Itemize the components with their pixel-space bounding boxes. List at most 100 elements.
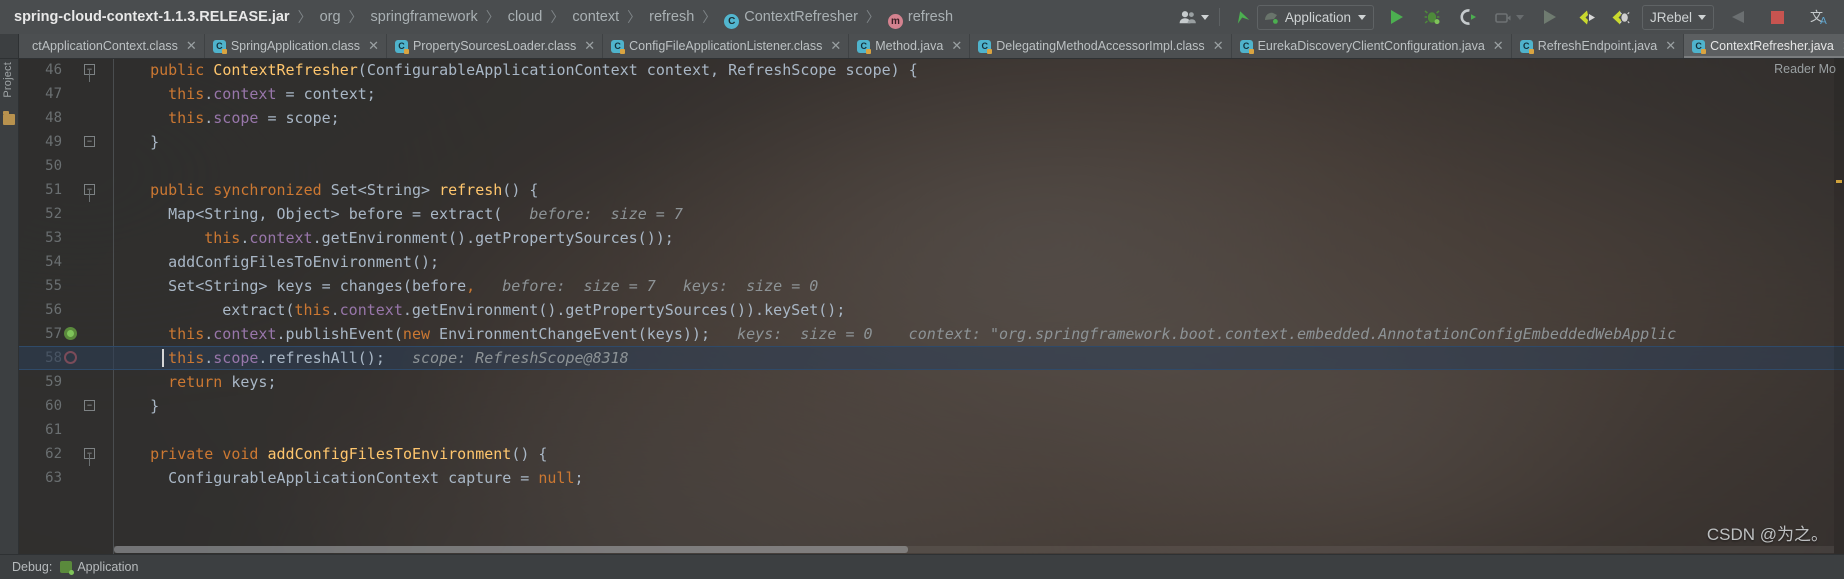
- editor-tab-5[interactable]: C DelegatingMethodAccessorImpl.class ✕: [970, 34, 1232, 58]
- code-line[interactable]: this.context.getEnvironment().getPropert…: [114, 226, 1844, 250]
- gutter-line[interactable]: 51−: [18, 178, 114, 202]
- editor-tab-4[interactable]: C Method.java ✕: [849, 34, 971, 58]
- close-icon[interactable]: ✕: [584, 38, 595, 54]
- scrollbar-thumb[interactable]: [114, 546, 908, 553]
- gutter-line[interactable]: 53: [18, 226, 114, 250]
- gutter-line[interactable]: 46−: [18, 58, 114, 82]
- error-stripe-mark[interactable]: [1836, 180, 1842, 183]
- code-line[interactable]: [114, 154, 1844, 178]
- close-icon[interactable]: ✕: [186, 38, 197, 54]
- rerun-icon[interactable]: [1535, 4, 1565, 30]
- java-file-icon: C: [1239, 39, 1254, 54]
- close-icon[interactable]: ✕: [1213, 38, 1224, 54]
- code-line-text: addConfigFilesToEnvironment();: [114, 253, 439, 271]
- gutter-line[interactable]: 62−: [18, 442, 114, 466]
- breadcrumb-separator: 〉: [348, 9, 363, 25]
- breadcrumb-item-1[interactable]: org: [313, 0, 348, 34]
- user-avatar-icon[interactable]: [1176, 4, 1212, 30]
- breadcrumb-item-4[interactable]: context: [565, 0, 626, 34]
- code-line[interactable]: this.scope = scope;: [114, 106, 1844, 130]
- code-line[interactable]: private void addConfigFilesToEnvironment…: [114, 442, 1844, 466]
- code-line[interactable]: extract(this.context.getEnvironment().ge…: [114, 298, 1844, 322]
- code-line[interactable]: this.context = context;: [114, 82, 1844, 106]
- breadcrumb-item-7[interactable]: m refresh: [881, 0, 960, 34]
- gutter-line[interactable]: 48: [18, 106, 114, 130]
- gutter-line[interactable]: 54: [18, 250, 114, 274]
- jrebel-run-icon[interactable]: [1573, 4, 1603, 30]
- gutter-line[interactable]: 60 −: [18, 394, 114, 418]
- watermark: CSDN @为之。: [1706, 525, 1828, 544]
- close-icon[interactable]: ✕: [951, 38, 962, 54]
- code-token: private void: [150, 445, 268, 463]
- project-tool-button[interactable]: Project: [2, 62, 14, 98]
- stop-icon[interactable]: [1762, 4, 1792, 30]
- gutter-line[interactable]: 49 −: [18, 130, 114, 154]
- gutter-line[interactable]: 63: [18, 466, 114, 490]
- code-line[interactable]: public ContextRefresher(ConfigurableAppl…: [114, 58, 1844, 82]
- breadcrumb-item-2[interactable]: springframework: [364, 0, 485, 34]
- breadcrumb-item-0[interactable]: spring-cloud-context-1.1.3.RELEASE.jar: [14, 0, 297, 34]
- run-icon[interactable]: [1382, 4, 1412, 30]
- code-line-text: private void addConfigFilesToEnvironment…: [114, 445, 547, 463]
- editor-right-scrollbar[interactable]: [1834, 58, 1844, 555]
- jrebel-selector[interactable]: JRebel: [1641, 4, 1714, 30]
- run-configuration-selector[interactable]: Application: [1256, 4, 1374, 30]
- close-icon[interactable]: ✕: [1665, 38, 1676, 54]
- code-line[interactable]: addConfigFilesToEnvironment();: [114, 250, 1844, 274]
- breadcrumb-item-3[interactable]: cloud: [501, 0, 550, 34]
- code-area[interactable]: public ContextRefresher(ConfigurableAppl…: [18, 58, 1844, 555]
- structure-icon[interactable]: [3, 111, 15, 125]
- editor-tab-1[interactable]: C SpringApplication.class ✕: [205, 34, 387, 58]
- code-line[interactable]: [114, 418, 1844, 442]
- code-line[interactable]: }: [114, 394, 1844, 418]
- breadcrumb-item-6[interactable]: C ContextRefresher: [717, 0, 865, 34]
- editor-tab-3[interactable]: C ConfigFileApplicationListener.class ✕: [603, 34, 850, 58]
- gutter-line[interactable]: 50: [18, 154, 114, 178]
- code-line[interactable]: return keys;: [114, 370, 1844, 394]
- gutter-line[interactable]: 56: [18, 298, 114, 322]
- code-line[interactable]: Map<String, Object> before = extract( be…: [114, 202, 1844, 226]
- editor-horizontal-scrollbar[interactable]: [114, 546, 1834, 553]
- editor-tab-6[interactable]: C EurekaDiscoveryClientConfiguration.java…: [1232, 34, 1512, 58]
- jrebel-debug-icon[interactable]: [1606, 4, 1636, 30]
- java-file-icon: C: [1692, 39, 1707, 54]
- event-marker-icon[interactable]: [64, 327, 77, 340]
- close-icon[interactable]: ✕: [830, 38, 841, 54]
- code-line[interactable]: }: [114, 130, 1844, 154]
- line-number: 48: [45, 110, 62, 126]
- fold-collapse-icon[interactable]: −: [84, 400, 95, 411]
- editor-tab-8[interactable]: CContextRefresher.java✕: [1684, 34, 1844, 58]
- editor-gutter[interactable]: 46−474849−5051−525354555657585960−6162−6…: [18, 58, 114, 555]
- debug-icon[interactable]: [1418, 4, 1448, 30]
- code-token: .: [204, 85, 214, 103]
- close-icon[interactable]: ✕: [1493, 38, 1504, 54]
- code-token: .getEnvironment().getPropertySources()).…: [402, 301, 846, 319]
- attach-debugger-icon[interactable]: [1722, 4, 1752, 30]
- code-line[interactable]: ConfigurableApplicationContext capture =…: [114, 466, 1844, 490]
- code-editor[interactable]: 46−474849−5051−525354555657585960−6162−6…: [18, 58, 1844, 555]
- fold-collapse-icon[interactable]: −: [84, 136, 95, 147]
- breadcrumb-item-5[interactable]: refresh: [642, 0, 701, 34]
- close-icon[interactable]: ✕: [368, 38, 379, 54]
- debug-session-tab[interactable]: Application: [60, 560, 138, 575]
- translate-icon[interactable]: 文 A: [1804, 4, 1834, 30]
- gutter-line[interactable]: 61: [18, 418, 114, 442]
- gutter-line[interactable]: 52: [18, 202, 114, 226]
- editor-tab-0[interactable]: ctApplicationContext.class ✕: [19, 34, 205, 58]
- profile-icon[interactable]: [1492, 4, 1527, 30]
- code-line[interactable]: Set<String> keys = changes(before, befor…: [114, 274, 1844, 298]
- code-line-text: this.scope.refreshAll(); scope: RefreshS…: [114, 349, 629, 367]
- gutter-line[interactable]: 57: [18, 322, 114, 346]
- gutter-line[interactable]: 55: [18, 274, 114, 298]
- run-with-coverage-icon[interactable]: [1454, 4, 1484, 30]
- code-token: = context;: [276, 85, 376, 103]
- code-token: }: [150, 397, 160, 415]
- code-line[interactable]: this.context.publishEvent(new Environmen…: [114, 322, 1844, 346]
- gutter-line[interactable]: 47: [18, 82, 114, 106]
- editor-tab-7[interactable]: C RefreshEndpoint.java ✕: [1512, 34, 1685, 58]
- update-project-icon[interactable]: [1227, 4, 1257, 30]
- code-line[interactable]: this.scope.refreshAll(); scope: RefreshS…: [18, 346, 1844, 370]
- code-line[interactable]: public synchronized Set<String> refresh(…: [114, 178, 1844, 202]
- gutter-line[interactable]: 59: [18, 370, 114, 394]
- editor-tab-2[interactable]: C PropertySourcesLoader.class ✕: [387, 34, 604, 58]
